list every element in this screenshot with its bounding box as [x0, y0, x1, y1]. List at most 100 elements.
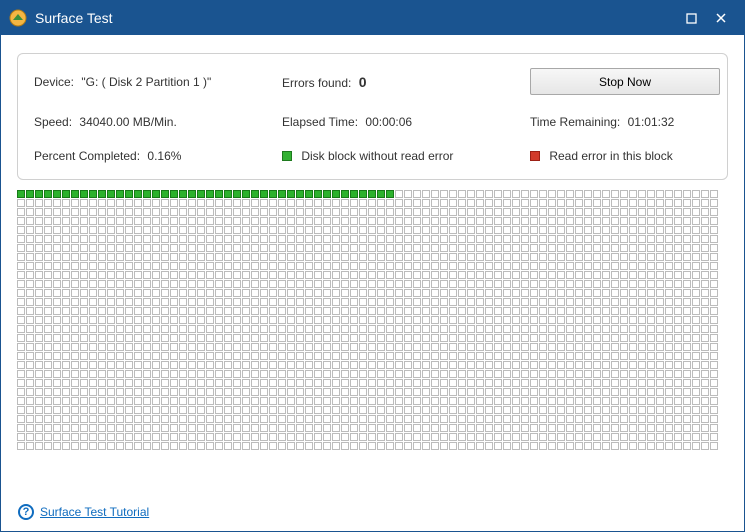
disk-block — [197, 415, 205, 423]
disk-block — [701, 352, 709, 360]
disk-block — [593, 343, 601, 351]
disk-block — [125, 334, 133, 342]
disk-block — [341, 190, 349, 198]
disk-block — [251, 280, 259, 288]
disk-block — [332, 352, 340, 360]
disk-block — [539, 433, 547, 441]
disk-block — [71, 415, 79, 423]
disk-block — [413, 253, 421, 261]
disk-block — [350, 379, 358, 387]
disk-block — [278, 442, 286, 450]
disk-block — [215, 235, 223, 243]
disk-block — [26, 406, 34, 414]
disk-block — [521, 253, 529, 261]
disk-block — [296, 208, 304, 216]
disk-block — [611, 406, 619, 414]
disk-block — [305, 361, 313, 369]
disk-block — [557, 316, 565, 324]
disk-block — [305, 226, 313, 234]
disk-block — [206, 433, 214, 441]
disk-block — [269, 406, 277, 414]
disk-block — [413, 325, 421, 333]
disk-block — [386, 370, 394, 378]
disk-block — [512, 226, 520, 234]
disk-block — [62, 415, 70, 423]
disk-block — [17, 253, 25, 261]
disk-block — [206, 253, 214, 261]
disk-block — [35, 262, 43, 270]
disk-block — [134, 253, 142, 261]
disk-block — [638, 298, 646, 306]
disk-block — [395, 289, 403, 297]
disk-block — [413, 388, 421, 396]
legend-err-icon — [530, 151, 540, 161]
disk-block — [566, 424, 574, 432]
disk-block — [557, 379, 565, 387]
disk-block — [449, 370, 457, 378]
disk-block — [710, 190, 718, 198]
disk-block — [44, 217, 52, 225]
disk-block — [368, 352, 376, 360]
disk-block — [260, 334, 268, 342]
disk-block — [431, 226, 439, 234]
help-icon[interactable]: ? — [18, 504, 34, 520]
disk-block — [440, 352, 448, 360]
disk-block — [251, 307, 259, 315]
disk-block — [485, 262, 493, 270]
disk-block — [287, 370, 295, 378]
disk-block — [539, 352, 547, 360]
disk-block — [188, 208, 196, 216]
disk-block — [494, 190, 502, 198]
disk-block — [413, 352, 421, 360]
disk-block — [278, 298, 286, 306]
disk-block — [530, 361, 538, 369]
disk-block — [404, 298, 412, 306]
remaining-value: 01:01:32 — [628, 115, 675, 129]
disk-block — [440, 280, 448, 288]
tutorial-link[interactable]: Surface Test Tutorial — [40, 505, 149, 519]
disk-block — [674, 307, 682, 315]
close-button[interactable] — [706, 6, 736, 30]
disk-block — [152, 415, 160, 423]
disk-block — [170, 190, 178, 198]
disk-block — [341, 244, 349, 252]
disk-block — [575, 298, 583, 306]
disk-block — [233, 262, 241, 270]
disk-block — [323, 199, 331, 207]
disk-block — [305, 406, 313, 414]
disk-block — [593, 388, 601, 396]
disk-block — [242, 262, 250, 270]
disk-block — [656, 415, 664, 423]
disk-block — [116, 433, 124, 441]
disk-block — [125, 316, 133, 324]
disk-block — [440, 442, 448, 450]
disk-block — [449, 190, 457, 198]
disk-block — [467, 262, 475, 270]
maximize-button[interactable] — [676, 6, 706, 30]
stop-now-button[interactable]: Stop Now — [530, 68, 720, 95]
disk-block — [80, 343, 88, 351]
disk-block — [341, 379, 349, 387]
disk-block — [638, 190, 646, 198]
disk-block — [350, 433, 358, 441]
disk-block — [710, 298, 718, 306]
disk-block — [602, 244, 610, 252]
disk-block — [26, 226, 34, 234]
disk-block — [35, 370, 43, 378]
disk-block — [566, 190, 574, 198]
disk-block — [584, 343, 592, 351]
disk-block — [35, 442, 43, 450]
disk-block — [359, 442, 367, 450]
disk-block — [458, 316, 466, 324]
disk-block — [413, 271, 421, 279]
disk-block — [269, 199, 277, 207]
disk-block — [584, 442, 592, 450]
disk-block — [260, 361, 268, 369]
disk-block — [377, 271, 385, 279]
disk-block — [584, 217, 592, 225]
disk-block — [674, 280, 682, 288]
disk-block — [710, 334, 718, 342]
disk-block — [71, 334, 79, 342]
disk-block — [35, 379, 43, 387]
disk-block — [629, 316, 637, 324]
